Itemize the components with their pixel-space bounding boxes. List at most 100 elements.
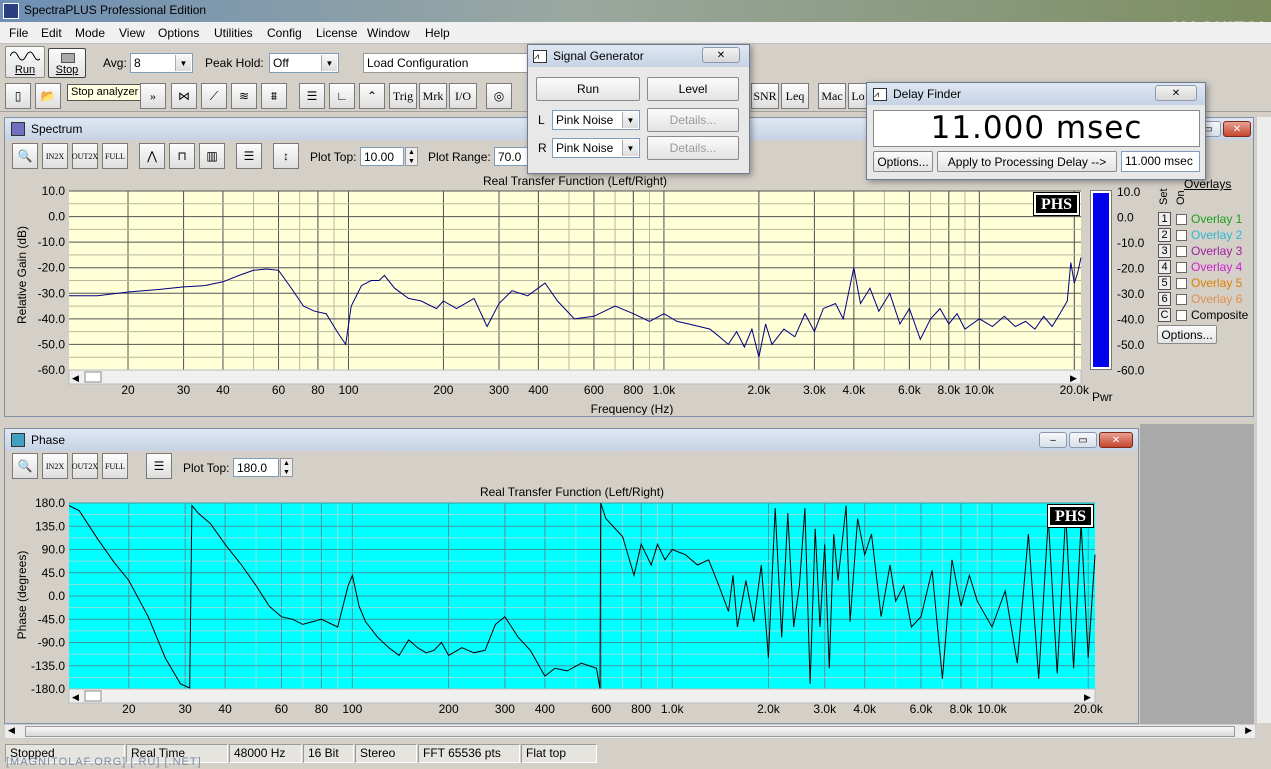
axis-icon[interactable]: ∟ [329, 83, 355, 109]
right-details-button[interactable]: Details... [647, 136, 739, 160]
trig-button[interactable]: Trig [389, 83, 417, 109]
status-fft: FFT 65536 pts [418, 744, 520, 763]
table-icon[interactable]: ☰ [146, 453, 172, 479]
zoom-icon[interactable]: 🔍 [12, 143, 38, 169]
avg-select[interactable]: 8 ▼ [130, 53, 193, 73]
menu-view[interactable]: View [119, 26, 145, 40]
overlay-set-button[interactable]: 3 [1158, 244, 1171, 258]
menu-mode[interactable]: Mode [75, 26, 105, 40]
spectrum-window-icon [11, 122, 25, 136]
step-line-icon[interactable]: ⊓ [169, 143, 195, 169]
right-signal-select[interactable]: Pink Noise ▼ [552, 138, 640, 158]
phase-window-icon [11, 433, 25, 447]
phase-close-button[interactable]: ✕ [1099, 432, 1133, 448]
waterfall-icon[interactable]: ⩩ [261, 83, 287, 109]
fast-forward-icon[interactable]: » [140, 83, 166, 109]
peak-icon[interactable]: ⌃ [359, 83, 385, 109]
stop-button[interactable]: Stop [48, 48, 86, 78]
overlay-label: Overlay 3 [1191, 244, 1243, 258]
menu-edit[interactable]: Edit [41, 26, 62, 40]
open-folder-icon[interactable]: 📂 [35, 83, 61, 109]
new-icon[interactable]: ▯ [5, 83, 31, 109]
io-button[interactable]: I/O [449, 83, 477, 109]
signal-level-button[interactable]: Level [647, 77, 739, 101]
overlay-checkbox[interactable] [1176, 230, 1187, 241]
zoom-out-2x-icon[interactable]: OUT2X [72, 453, 98, 479]
mac-button[interactable]: Mac [818, 83, 846, 109]
spectrogram-icon[interactable]: ≋ [231, 83, 257, 109]
power-meter-label: Pwr [1092, 390, 1113, 404]
signal-run-button[interactable]: Run [536, 77, 640, 101]
left-signal-select[interactable]: Pink Noise ▼ [552, 110, 640, 130]
zoom-in-2x-icon[interactable]: IN2X [42, 143, 68, 169]
overlay-checkbox[interactable] [1176, 310, 1187, 321]
overlay-checkbox[interactable] [1176, 294, 1187, 305]
menu-window[interactable]: Window [367, 26, 410, 40]
horizontal-scrollbar[interactable]: ◀ ▶ [4, 724, 1256, 739]
signal-generator-title: Signal Generator [553, 49, 644, 63]
delay-finder-close-button[interactable]: ✕ [1155, 85, 1197, 101]
menu-options[interactable]: Options [158, 26, 199, 40]
apply-delay-button[interactable]: Apply to Processing Delay --> [937, 151, 1117, 172]
zoom-icon[interactable]: 🔍 [12, 453, 38, 479]
signal-generator-icon[interactable]: ◎ [486, 83, 512, 109]
signal-generator-close-button[interactable]: ✕ [702, 47, 740, 63]
overlay-checkbox[interactable] [1176, 214, 1187, 225]
delay-options-button[interactable]: Options... [873, 151, 933, 172]
overlay-checkbox[interactable] [1176, 278, 1187, 289]
overlay-checkbox[interactable] [1176, 262, 1187, 273]
phase-minimize-button[interactable]: – [1039, 432, 1067, 448]
zoom-out-full-icon[interactable]: FULL [102, 453, 128, 479]
vertical-scrollbar[interactable] [1256, 117, 1271, 723]
signal-generator-icon: ⩘ [533, 49, 547, 63]
scale-icon[interactable]: ↕ [273, 143, 299, 169]
zoom-in-2x-icon[interactable]: IN2X [42, 453, 68, 479]
response-icon[interactable]: ⋈ [171, 83, 197, 109]
menu-config[interactable]: Config [267, 26, 302, 40]
plot-range-input[interactable]: 70.0 [494, 147, 528, 166]
menu-license[interactable]: License [316, 26, 357, 40]
phase-plot-top-input[interactable]: 180.0 [233, 458, 279, 477]
plot-top-input[interactable]: 10.00 [360, 147, 404, 166]
peak-hold-select[interactable]: Off ▼ [269, 53, 339, 73]
zoom-out-full-icon[interactable]: FULL [102, 143, 128, 169]
overlay-checkbox[interactable] [1176, 246, 1187, 257]
leq-button[interactable]: Leq [781, 83, 809, 109]
overlay-set-button[interactable]: 1 [1158, 212, 1171, 226]
x-axis-label: Frequency (Hz) [591, 402, 674, 415]
zoom-out-2x-icon[interactable]: OUT2X [72, 143, 98, 169]
overlay-set-button[interactable]: 2 [1158, 228, 1171, 242]
table-icon[interactable]: ☰ [236, 143, 262, 169]
bars-icon[interactable]: ▥ [199, 143, 225, 169]
phase-maximize-button[interactable]: ▭ [1069, 432, 1097, 448]
list-icon[interactable]: ☰ [299, 83, 325, 109]
x-tick-label: 30 [177, 383, 191, 397]
mrk-button[interactable]: Mrk [419, 83, 447, 109]
lo-button[interactable]: Lo [848, 83, 868, 109]
menu-utilities[interactable]: Utilities [214, 26, 253, 40]
overlay-set-button[interactable]: C [1158, 308, 1171, 322]
overlay-row: 3 Overlay 3 [1158, 244, 1258, 259]
x-tick-label: 6.0k [898, 383, 922, 397]
overlay-set-button[interactable]: 5 [1158, 276, 1171, 290]
peak-line-icon[interactable]: ⋀ [139, 143, 165, 169]
scroll-thumb[interactable] [25, 726, 1235, 737]
overlay-set-button[interactable]: 4 [1158, 260, 1171, 274]
snr-button[interactable]: SNR [751, 83, 779, 109]
waveform-icon [10, 51, 40, 61]
plot-top-spinner[interactable]: ▲ ▼ [405, 147, 418, 166]
overlay-set-button[interactable]: 6 [1158, 292, 1171, 306]
menu-file[interactable]: File [9, 26, 28, 40]
configuration-select[interactable]: Load Configuration [363, 53, 533, 73]
spectrum-chart[interactable]: Real Transfer Function (Left/Right) Rela… [8, 170, 1148, 415]
delay-finder-title: Delay Finder [893, 87, 962, 101]
run-button[interactable]: Run [5, 46, 45, 78]
overlay-options-button[interactable]: Options... [1157, 325, 1217, 344]
phase-plot-top-spinner[interactable]: ▲ ▼ [280, 458, 293, 477]
menu-help[interactable]: Help [425, 26, 450, 40]
left-details-button[interactable]: Details... [647, 108, 739, 132]
spectrum-close-button[interactable]: ✕ [1223, 121, 1251, 137]
x-tick-label: 40 [218, 702, 232, 716]
ramp-icon[interactable]: ⟋ [201, 83, 227, 109]
phase-chart[interactable]: Real Transfer Function (Left/Right) Phas… [8, 482, 1136, 724]
